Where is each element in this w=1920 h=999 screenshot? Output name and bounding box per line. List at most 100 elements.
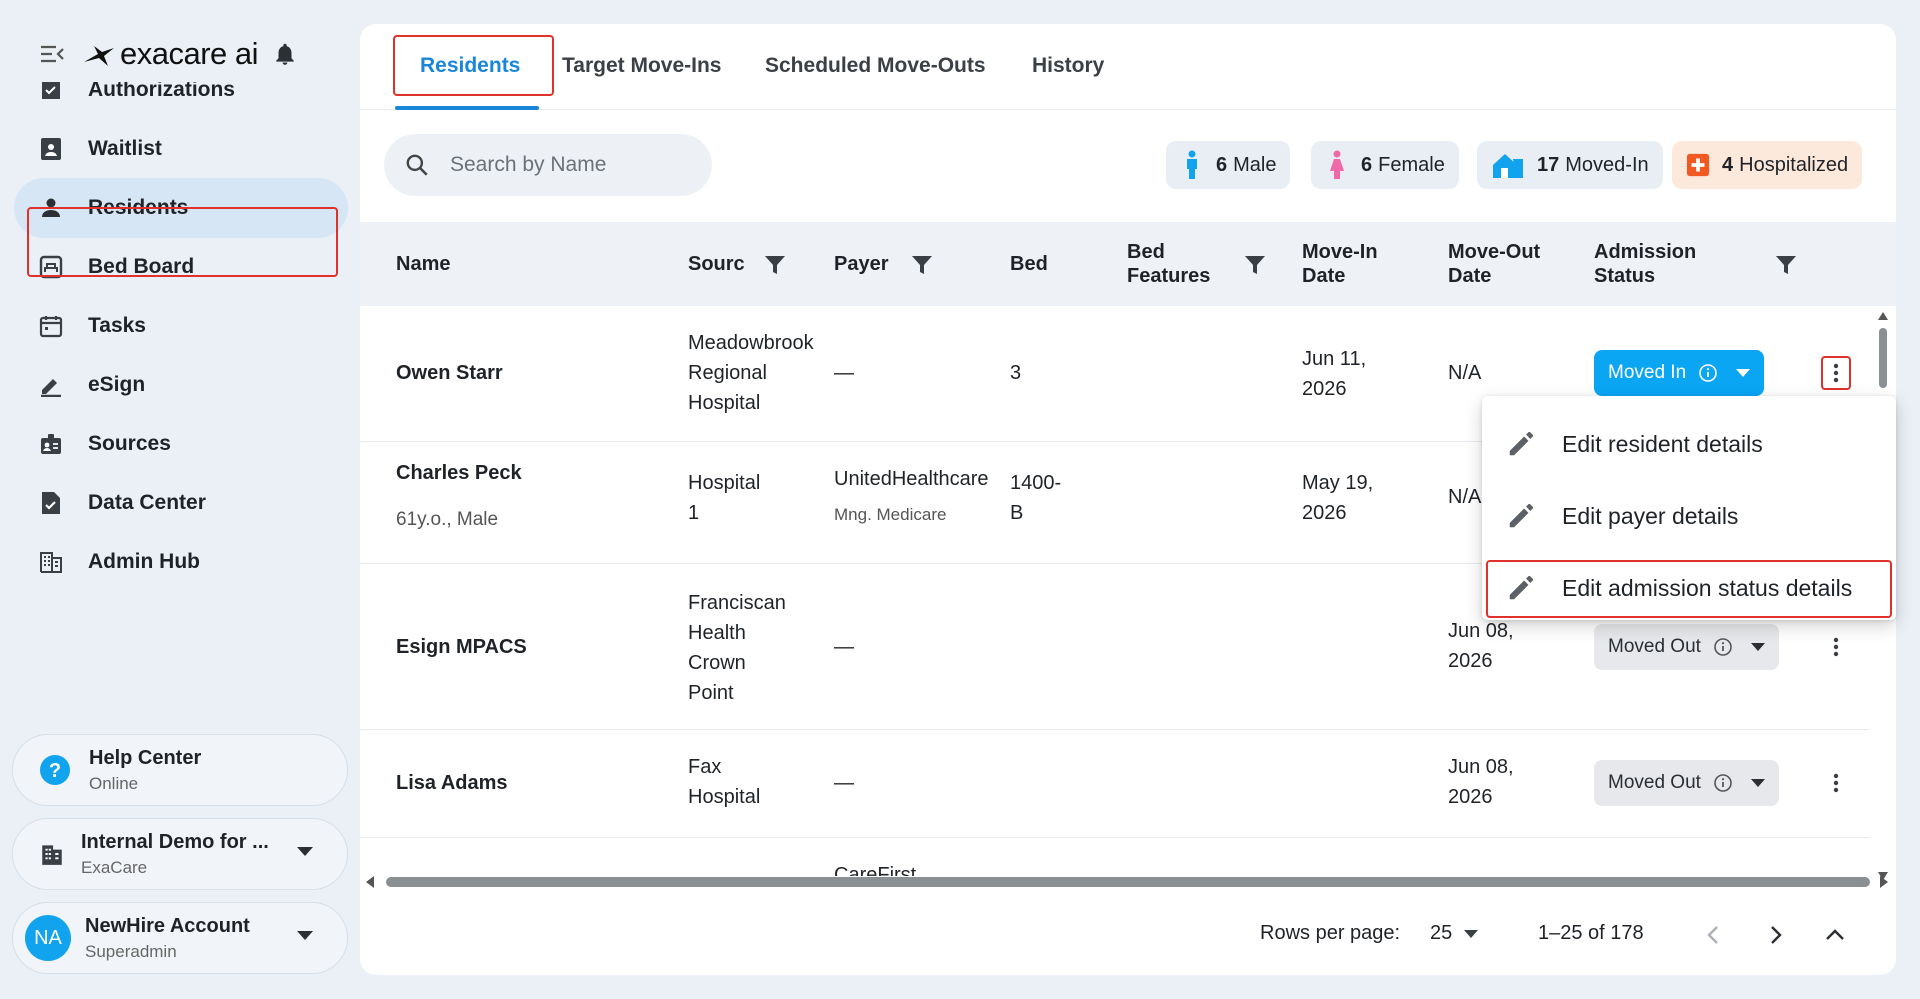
col-admission-status[interactable]: Admission Status (1594, 240, 1696, 288)
bed-line: 1400- (1010, 472, 1062, 494)
filter-icon[interactable] (764, 254, 786, 276)
col-bed[interactable]: Bed (1010, 252, 1048, 276)
resident-move-out: Jun 08, 2026 (1448, 752, 1514, 812)
admission-status-dropdown[interactable]: Moved Out (1594, 760, 1779, 806)
menu-item-edit-payer[interactable]: Edit payer details (1482, 486, 1896, 546)
col-bed-features[interactable]: Bed Features (1127, 240, 1210, 288)
table-row[interactable]: CareFirst (360, 838, 1870, 876)
moved-in-count-chip[interactable]: 17 Moved-In (1477, 141, 1663, 189)
sidebar-item-waitlist[interactable]: Waitlist (28, 119, 338, 179)
col-status-line1: Admission (1594, 241, 1697, 263)
sidebar-item-admin-hub[interactable]: Admin Hub (28, 532, 338, 592)
org-switcher[interactable]: Internal Demo for ... ExaCare (12, 818, 348, 890)
info-icon[interactable] (1713, 773, 1733, 793)
filter-icon[interactable] (1244, 254, 1266, 276)
date-line: Jun 08, (1448, 756, 1514, 778)
chevron-down-icon (1750, 643, 1765, 651)
search-icon (404, 152, 430, 178)
date-line: May 19, (1302, 472, 1374, 494)
sidebar-item-residents[interactable]: Residents (14, 178, 348, 238)
chevron-up-icon[interactable] (1824, 926, 1846, 944)
resident-name[interactable]: Esign MPACS (396, 632, 527, 662)
row-actions-button[interactable] (1821, 766, 1851, 800)
sidebar-item-esign[interactable]: eSign (28, 355, 338, 415)
admission-status-highlight-box (1486, 560, 1892, 618)
status-label: Moved Out (1608, 636, 1701, 657)
row-actions-button[interactable] (1821, 356, 1851, 390)
col-source[interactable]: Sourc (688, 252, 745, 276)
search-input[interactable] (450, 153, 690, 177)
admission-status-dropdown[interactable]: Moved In (1594, 350, 1765, 396)
bell-icon[interactable] (272, 41, 298, 67)
tab-history[interactable]: History (1032, 54, 1104, 78)
date-line: 2026 (1302, 502, 1347, 524)
resident-payer: — (834, 636, 854, 658)
sidebar-item-authorizations[interactable]: Authorizations (28, 82, 338, 120)
resident-bed: 1400- B (1010, 468, 1061, 528)
chevron-down-icon[interactable] (297, 847, 313, 856)
female-label: Female (1378, 153, 1445, 176)
col-move-in-date[interactable]: Move-In Date (1302, 240, 1378, 288)
tab-target-move-ins[interactable]: Target Move-Ins (562, 54, 721, 78)
hospitalized-count-chip[interactable]: 4 Hospitalized (1672, 141, 1863, 189)
menu-item-edit-resident[interactable]: Edit resident details (1482, 414, 1896, 474)
rows-per-page-label: Rows per page: (1260, 922, 1401, 944)
sidebar-item-data-center[interactable]: Data Center (28, 473, 338, 533)
sidebar-item-label: Authorizations (88, 82, 235, 101)
resident-name[interactable]: Lisa Adams (396, 768, 508, 798)
male-count: 6 (1216, 153, 1228, 176)
male-count-chip[interactable]: 6 Male (1166, 141, 1291, 189)
svg-text:?: ? (49, 760, 61, 782)
female-count-chip[interactable]: 6 Female (1311, 141, 1459, 189)
col-move-out-date[interactable]: Move-Out Date (1448, 240, 1540, 288)
source-line: Crown (688, 652, 746, 674)
source-line: Regional (688, 362, 767, 384)
resident-payer: — (834, 362, 854, 384)
sidebar-item-bed-board[interactable]: Bed Board (28, 237, 338, 297)
sidebar-item-label: Residents (88, 196, 189, 219)
tab-scheduled-move-outs[interactable]: Scheduled Move-Outs (765, 54, 986, 78)
table-row[interactable]: Lisa Adams Fax Hospital — Jun 08, 2026 Mov… (360, 730, 1870, 838)
chevron-down-icon[interactable] (297, 931, 313, 940)
chevron-right-icon[interactable] (1765, 924, 1785, 946)
filter-icon[interactable] (911, 254, 933, 276)
horizontal-scrollbar[interactable] (362, 872, 1892, 892)
sidebar-item-sources[interactable]: Sources (28, 414, 338, 474)
female-count: 6 (1361, 153, 1373, 176)
account-switcher[interactable]: NA NewHire Account Superadmin (12, 902, 348, 974)
resident-demographics: 61y.o., Male (396, 504, 498, 535)
account-role: Superadmin (85, 941, 177, 961)
brand: exacare ai (40, 36, 298, 72)
resident-name[interactable]: Charles Peck (396, 458, 522, 488)
rows-per-page-select[interactable]: 25 (1430, 922, 1479, 945)
col-payer[interactable]: Payer (834, 252, 889, 276)
help-center-card[interactable]: ? Help Center Online (12, 734, 348, 806)
chevron-left-icon[interactable] (1704, 924, 1724, 946)
filter-icon[interactable] (1775, 254, 1797, 276)
more-vertical-icon (1833, 363, 1839, 383)
info-icon[interactable] (1698, 363, 1718, 383)
col-name[interactable]: Name (396, 252, 450, 276)
collapse-menu-icon[interactable] (40, 42, 64, 66)
chevron-down-icon (1464, 929, 1479, 938)
col-move-in-line2: Date (1302, 265, 1346, 287)
search-box[interactable] (384, 134, 712, 196)
source-line: Fax (688, 756, 722, 778)
pencil-icon (1509, 431, 1534, 456)
resident-move-in: Jun 11, 2026 (1302, 344, 1366, 404)
resident-name[interactable]: Owen Starr (396, 358, 503, 388)
resident-payer-plan: Mng. Medicare (834, 505, 947, 524)
info-icon[interactable] (1713, 637, 1733, 657)
tab-bar: Residents Target Move-Ins Scheduled Move… (360, 24, 1896, 110)
sidebar-item-label: Bed Board (88, 255, 195, 278)
help-center-status: Online (89, 773, 139, 793)
bed-board-icon (38, 254, 64, 280)
date-line: 2026 (1448, 650, 1493, 672)
admission-status-dropdown[interactable]: Moved Out (1594, 624, 1779, 670)
row-actions-button[interactable] (1821, 630, 1851, 664)
col-move-out-line2: Date (1448, 265, 1492, 287)
resident-move-in: May 19, 2026 (1302, 468, 1373, 528)
source-line: 1 (688, 502, 700, 524)
date-line: Jun 08, (1448, 620, 1514, 642)
sidebar-item-tasks[interactable]: Tasks (28, 296, 338, 356)
